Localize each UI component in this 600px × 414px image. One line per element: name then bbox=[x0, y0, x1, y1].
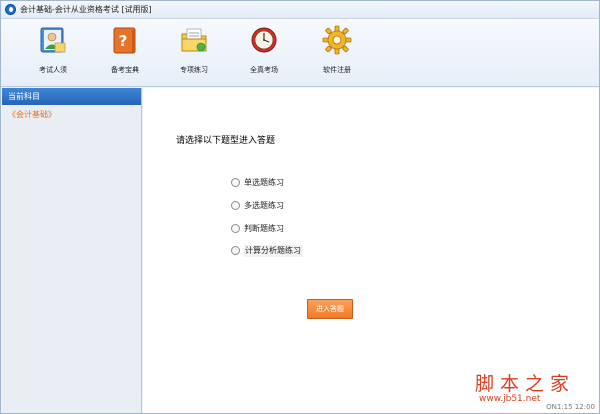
option-label: 判断题练习 bbox=[244, 224, 284, 233]
toolbar-button-study-guide[interactable]: ? 备考宝典 bbox=[97, 25, 153, 81]
enter-answer-button[interactable]: 进入答题 bbox=[307, 299, 353, 319]
title-bar: 会计基础-会计从业资格考试 [试用版] bbox=[1, 1, 599, 19]
toolbar-label: 全真考场 bbox=[250, 66, 278, 74]
toolbar-button-practice[interactable]: 专项练习 bbox=[166, 25, 222, 81]
person-book-icon bbox=[40, 27, 66, 53]
radio-button[interactable] bbox=[231, 201, 240, 210]
toolbar-button-register[interactable]: 软件注册 bbox=[309, 25, 365, 81]
radio-button[interactable] bbox=[231, 246, 240, 255]
svg-text:?: ? bbox=[119, 32, 128, 50]
toolbar-label: 考试人须 bbox=[39, 66, 67, 74]
clock-icon bbox=[251, 27, 277, 53]
toolbar-label: 备考宝典 bbox=[111, 66, 139, 74]
sidebar-item-accounting-basics[interactable]: 《会计基础》 bbox=[2, 108, 141, 122]
app-window: 会计基础-会计从业资格考试 [试用版] 考试人须 ? 备考宝典 专项练习 全真考… bbox=[0, 0, 600, 414]
option-label: 计算分析题练习 bbox=[244, 245, 303, 257]
toolbar-label: 软件注册 bbox=[323, 66, 351, 74]
option-label: 单选题练习 bbox=[244, 178, 284, 187]
toolbar: 考试人须 ? 备考宝典 专项练习 全真考场 软件注册 bbox=[1, 19, 599, 87]
sidebar-header: 当前科目 bbox=[2, 88, 141, 105]
watermark-url: www.jb51.net bbox=[479, 394, 541, 404]
radio-button[interactable] bbox=[231, 178, 240, 187]
option-label: 多选题练习 bbox=[244, 201, 284, 210]
toolbar-label: 专项练习 bbox=[180, 66, 208, 74]
gear-icon bbox=[322, 25, 352, 55]
main-panel: 请选择以下题型进入答题 单选题练习 多选题练习 判断题练习 计算分析题练习 进入… bbox=[143, 88, 599, 413]
radio-button[interactable] bbox=[231, 224, 240, 233]
toolbar-button-exam-rules[interactable]: 考试人须 bbox=[25, 25, 81, 81]
window-title: 会计基础-会计从业资格考试 [试用版] bbox=[20, 5, 152, 14]
question-book-icon: ? bbox=[113, 27, 136, 54]
app-logo-icon bbox=[5, 4, 16, 15]
folder-document-icon bbox=[181, 28, 207, 52]
toolbar-button-mock-exam[interactable]: 全真考场 bbox=[236, 25, 292, 81]
instruction-text: 请选择以下题型进入答题 bbox=[176, 136, 276, 146]
sidebar: 当前科目 《会计基础》 bbox=[2, 88, 142, 413]
watermark-logo: 脚本之家 bbox=[475, 373, 576, 395]
